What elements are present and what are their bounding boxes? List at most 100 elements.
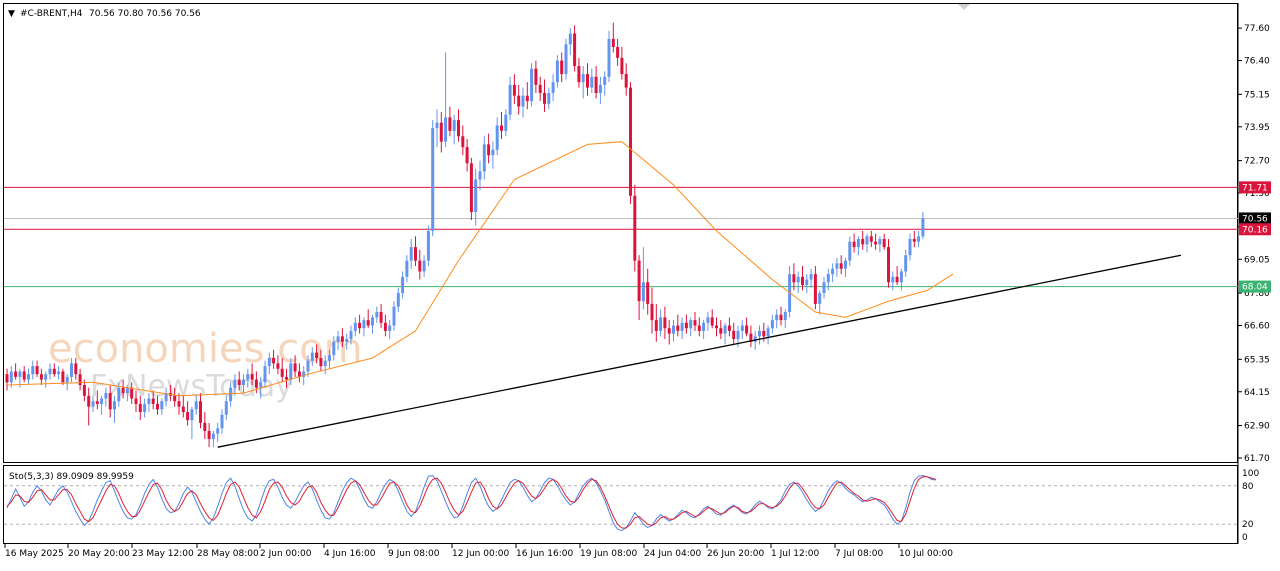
candle-bull	[908, 239, 912, 256]
candle-bull	[263, 366, 267, 383]
candle-bull	[521, 95, 525, 107]
candle-bull	[190, 409, 194, 421]
candle-bear	[340, 336, 344, 342]
price-tick-label: 64.15	[1244, 388, 1270, 398]
candle-bear	[861, 239, 865, 245]
candle-bull	[435, 122, 439, 129]
candle-bull	[452, 120, 456, 131]
candle-bull	[672, 325, 675, 334]
candle-bull	[388, 325, 392, 331]
candle-bear	[624, 74, 628, 88]
price-tick-label: 62.90	[1244, 422, 1270, 432]
collapse-arrow-icon[interactable]: ▼	[8, 9, 15, 19]
level-badge-text-resistance-upper: 71.71	[1242, 183, 1268, 193]
candle-bull	[702, 322, 706, 331]
candle-bull	[229, 387, 233, 402]
candle-bull	[306, 360, 310, 372]
candle-bull	[723, 325, 727, 334]
candle-bull	[740, 325, 744, 331]
candle-bull	[426, 230, 430, 261]
candle-bull	[904, 255, 908, 272]
candle-bull	[160, 401, 164, 410]
candle-bull	[775, 314, 779, 321]
candle-bear	[487, 144, 491, 156]
candle-bear	[52, 368, 56, 375]
candle-bear	[887, 247, 890, 283]
candle-bear	[693, 320, 697, 326]
candle-bull	[409, 247, 413, 261]
candle-bear	[620, 57, 624, 75]
level-badge-text-resistance-lower: 70.16	[1242, 225, 1268, 235]
candle-bull	[848, 241, 852, 261]
candle-bear	[95, 401, 99, 404]
price-axis: 77.6076.4075.1573.9572.7071.5070.2569.05…	[1238, 24, 1270, 464]
candle-bear	[254, 379, 258, 388]
candle-bear	[156, 403, 159, 410]
candle-bull	[246, 374, 250, 380]
candle-bull	[495, 125, 499, 150]
candle-bull	[100, 398, 104, 404]
candle-bear	[676, 325, 680, 331]
candle-bear	[697, 325, 701, 331]
candle-bull	[220, 414, 224, 429]
price-tick-label: 72.70	[1244, 157, 1270, 167]
candle-bull	[835, 263, 839, 269]
time-tick-label: 10 Jul 00:00	[899, 549, 953, 559]
candle-bear	[237, 379, 241, 385]
candle-bull	[216, 428, 220, 434]
candle-bull	[706, 317, 710, 323]
candle-bull	[491, 149, 495, 156]
candle-bull	[147, 398, 151, 404]
price-tick-label: 61.70	[1244, 454, 1270, 464]
candle-bear	[358, 322, 362, 329]
candle-bull	[405, 260, 409, 277]
candle-bull	[57, 371, 61, 375]
candle-bear	[272, 357, 276, 364]
candle-bear	[538, 84, 542, 93]
candle-bear	[874, 241, 878, 245]
time-axis: 16 May 2025 20 May 20:00 23 May 12:00 28 Ma…	[4, 544, 953, 559]
stochastic-axis-label: 20	[1242, 520, 1254, 530]
time-tick-label: 16 May 2025	[5, 549, 64, 559]
price-tick-label: 69.05	[1244, 255, 1270, 265]
price-tick-label: 66.60	[1244, 322, 1270, 332]
candle-bear	[715, 325, 718, 329]
candle-bull	[865, 236, 869, 245]
candle-bull	[659, 317, 663, 331]
candle-bull	[796, 276, 800, 283]
ohlc-readout: 70.56 70.80 70.56 70.56	[89, 9, 201, 19]
candle-bull	[375, 312, 379, 318]
candle-bull	[822, 282, 826, 294]
level-badge-text-support: 68.04	[1242, 283, 1268, 293]
candle-bear	[573, 33, 577, 66]
candle-bear	[895, 276, 899, 283]
candle-bull	[474, 179, 478, 212]
symbol-label: #C-BRENT,H4	[20, 9, 83, 19]
candle-bear	[5, 374, 9, 383]
candle-bull	[758, 330, 761, 337]
candle-bear	[611, 38, 615, 48]
candle-bear	[801, 276, 804, 285]
candle-bull	[856, 239, 860, 248]
candle-bear	[22, 371, 26, 380]
candle-bull	[431, 128, 435, 231]
candle-bull	[396, 293, 400, 307]
candle-bull	[117, 387, 121, 402]
candle-bear	[534, 68, 538, 85]
candle-bear	[250, 374, 254, 380]
candle-bear	[199, 401, 202, 423]
candle-bull	[783, 312, 787, 321]
candle-bull	[332, 341, 336, 356]
candle-bull	[422, 260, 426, 272]
candle-bear	[315, 352, 319, 358]
candle-bear	[130, 387, 134, 399]
candle-bear	[594, 76, 598, 93]
candle-bear	[469, 163, 473, 212]
candle-bear	[173, 395, 177, 402]
candle-bull	[878, 239, 882, 245]
chart-root: ▼ #C-BRENT,H4 70.56 70.80 70.56 70.56 ec…	[0, 0, 1280, 567]
candle-bear	[517, 95, 521, 107]
candle-bear	[710, 317, 714, 326]
candle-bear	[727, 325, 731, 331]
candle-bear	[319, 357, 323, 367]
